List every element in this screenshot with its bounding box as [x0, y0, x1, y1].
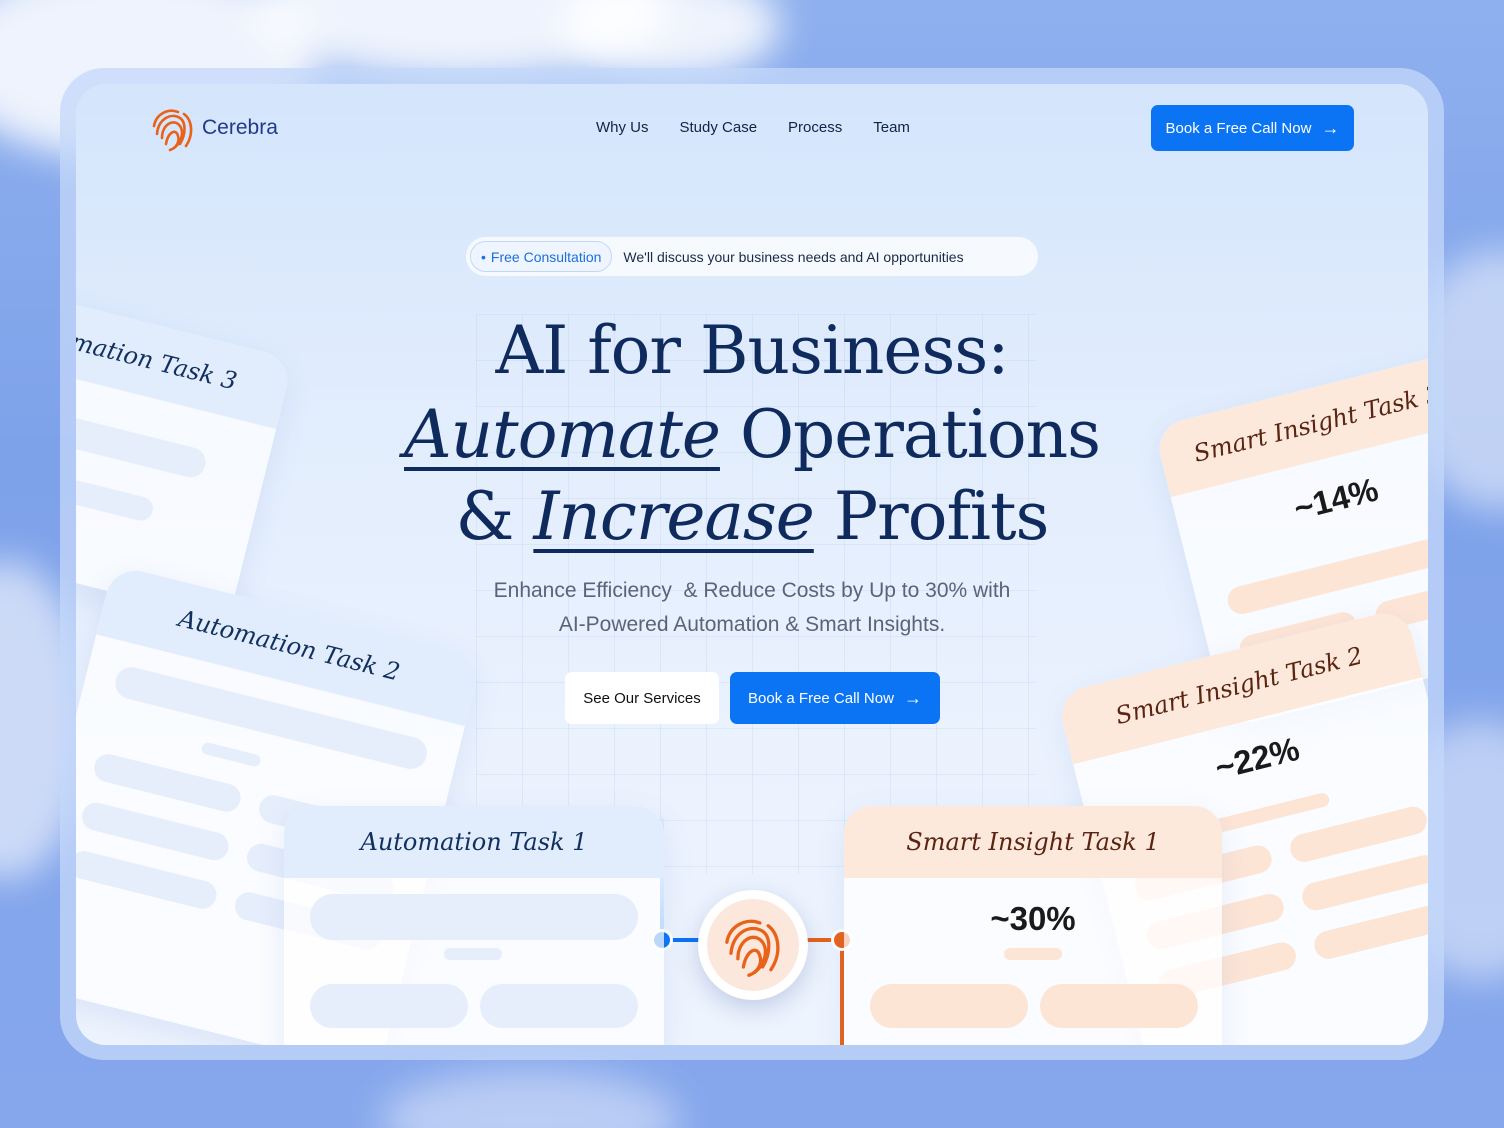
nav-book-call-button[interactable]: Book a Free Call Now →: [1151, 105, 1354, 151]
headline-line-3: & Increase Profits: [76, 476, 1428, 558]
arrow-right-icon: →: [903, 688, 922, 708]
badge-label: Free Consultation: [490, 248, 602, 265]
nav-why-us[interactable]: Why Us: [596, 119, 649, 136]
badge-pill: • Free Consultation: [470, 241, 613, 272]
button-label: Book a Free Call Now: [748, 689, 894, 707]
fingerprint-swirl-icon: [725, 919, 780, 977]
headline-ampersand: &: [455, 478, 515, 555]
brand-name: Cerebra: [202, 116, 278, 139]
button-label: Book a Free Call Now: [1165, 119, 1312, 137]
insight-card-1: Smart Insight Task 1 ~30%: [844, 806, 1222, 1045]
headline-profits: Profits: [833, 478, 1050, 555]
consultation-badge: • Free Consultation We'll discuss your bu…: [466, 237, 1038, 276]
card-title: Smart Insight Task 1: [844, 806, 1222, 878]
headline-emphasis-automate: Automate: [404, 396, 721, 473]
hub-logo-badge: [698, 890, 808, 1000]
hero-subtitle-line-2: AI-Powered Automation & Smart Insights.: [558, 613, 946, 636]
brand-logo[interactable]: Cerebra: [150, 104, 278, 152]
card-title: Automation Task 1: [284, 806, 664, 878]
arrow-right-icon: →: [1321, 118, 1340, 138]
insight-value: ~30%: [990, 900, 1076, 937]
headline-emphasis-increase: Increase: [533, 478, 814, 555]
automation-card-1: Automation Task 1: [284, 806, 664, 1045]
main-nav: Why Us Study Case Process Team: [596, 119, 910, 136]
nav-process[interactable]: Process: [788, 119, 842, 136]
headline-line-1: AI for Business:: [495, 312, 1010, 389]
nav-team[interactable]: Team: [873, 119, 910, 136]
hero-subtitle-line-1: Enhance Efficiency & Reduce Costs by Up …: [493, 579, 1011, 602]
fingerprint-swirl-icon: [152, 109, 193, 152]
landing-page: mation Task 3 Automation Task 2 Smart In…: [76, 84, 1428, 1045]
badge-text: We'll discuss your business needs and AI…: [623, 248, 964, 265]
hero-book-call-button[interactable]: Book a Free Call Now →: [730, 672, 940, 724]
dot-icon: •: [481, 248, 486, 265]
headline-operations: Operations: [739, 396, 1101, 473]
headline-line-2: Automate Operations: [76, 394, 1428, 476]
nav-study-case[interactable]: Study Case: [680, 119, 758, 136]
see-services-button[interactable]: See Our Services: [565, 672, 719, 724]
